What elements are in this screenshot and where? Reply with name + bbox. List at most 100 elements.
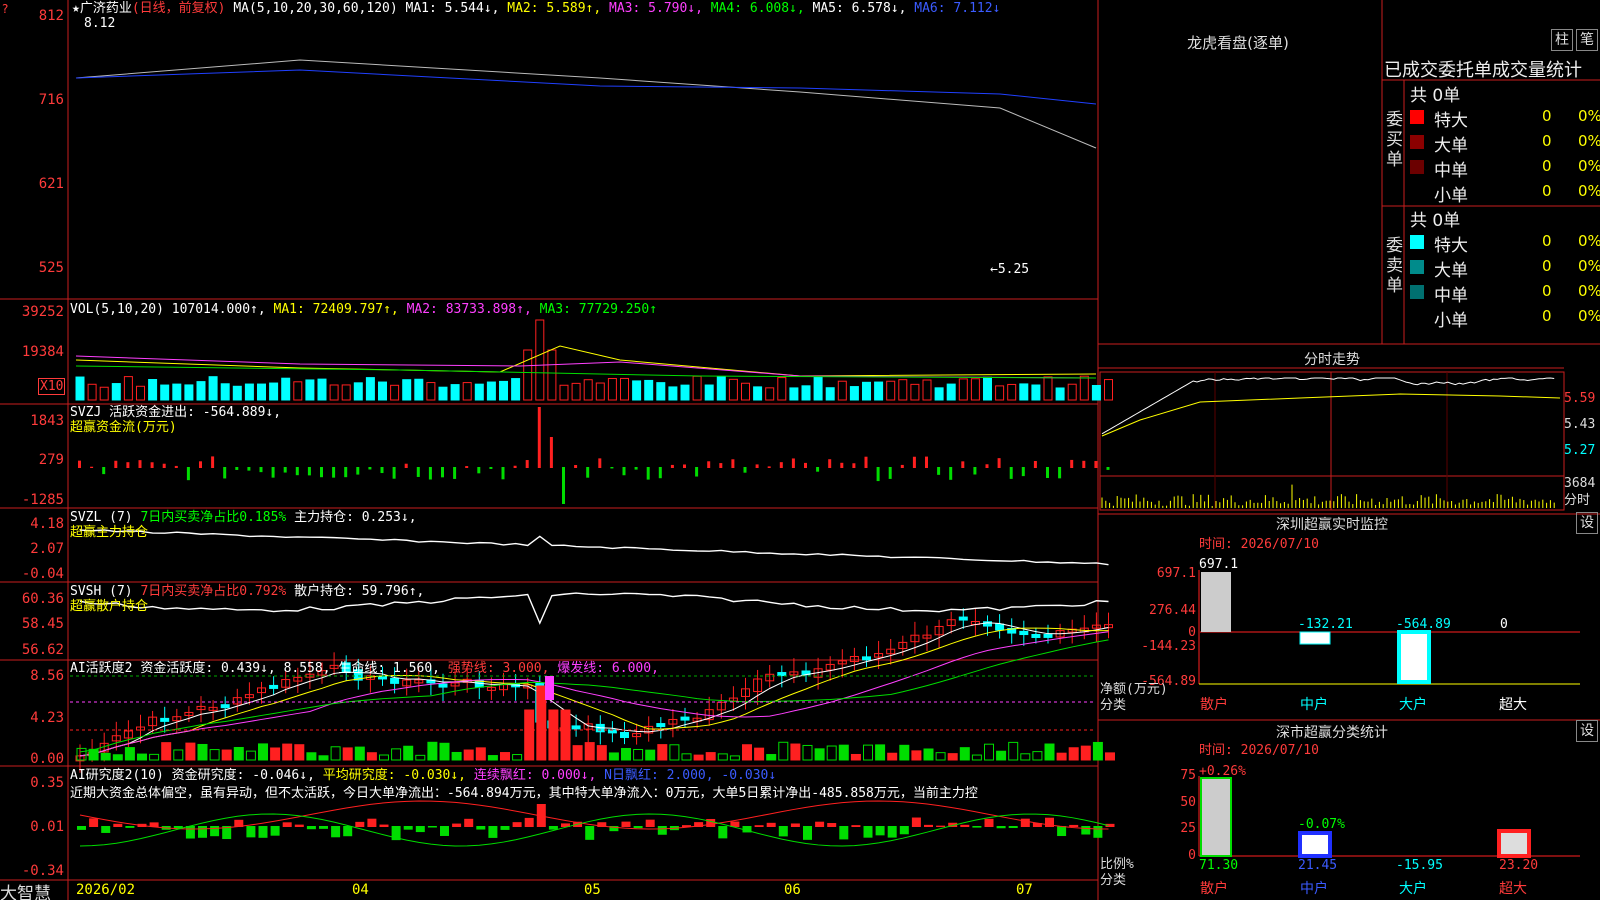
- research-bar: [488, 826, 498, 838]
- active-bar: [984, 743, 994, 761]
- sm-settings-button[interactable]: 设: [1576, 720, 1598, 742]
- sz-monitor-title: 深圳超赢实时监控: [1276, 517, 1388, 533]
- volume-bar: [837, 380, 847, 401]
- research-bar: [899, 826, 909, 835]
- flow-bar: [428, 467, 432, 480]
- sz-value-2: -132.21: [1298, 617, 1353, 632]
- research-bar: [246, 826, 256, 838]
- order-row: 小单 0 0%: [1410, 306, 1600, 331]
- active-bar: [415, 754, 426, 761]
- candle-body: [620, 731, 629, 739]
- flow-bar: [162, 463, 166, 468]
- ma5-line: [75, 59, 1097, 149]
- active-bar: [645, 749, 656, 761]
- sz-axis-1: 697.1: [1156, 566, 1196, 581]
- research-bar: [282, 822, 292, 827]
- flow-bar: [719, 463, 723, 468]
- research-bar: [839, 826, 849, 840]
- legend-swatch: [1410, 260, 1424, 274]
- active-bar: [754, 747, 765, 761]
- research-bar: [996, 826, 1006, 829]
- flow-bar: [525, 460, 529, 468]
- intraday-axis-3: 5.27: [1564, 443, 1596, 458]
- order-row-count: 0: [1542, 157, 1552, 175]
- intraday-vol-unit: 分时: [1564, 493, 1591, 508]
- volume-bar: [862, 381, 871, 401]
- flow-bar: [731, 459, 735, 468]
- intraday-axis-1: 5.59: [1564, 391, 1596, 406]
- sz-cat-1: 散户: [1200, 697, 1228, 713]
- ai-research-comment: 近期大资金总体偏空，虽有异动，但不太活跃，今日大单净流出：-564.894万元，…: [70, 786, 978, 801]
- research-bar: [778, 826, 788, 837]
- svsh-axis-3: 56.62: [21, 642, 64, 658]
- volume-bar: [148, 379, 158, 401]
- period-mode[interactable]: (日线，前复权): [132, 1, 226, 16]
- active-bar: [935, 752, 946, 761]
- volume-bar: [99, 386, 109, 401]
- research-bar: [1081, 826, 1091, 835]
- flow-bar: [247, 467, 251, 471]
- research-bar: [343, 826, 353, 837]
- ai-research-cont: 连续飘红: 0.000↓,: [473, 768, 597, 783]
- research-bar: [621, 821, 631, 827]
- svzj-axis-1: 1843: [30, 413, 64, 429]
- order-row-count: 0: [1542, 107, 1552, 125]
- volume-bar: [365, 377, 375, 401]
- flow-bar: [283, 467, 287, 473]
- flow-bar: [344, 467, 348, 478]
- chart-canvas: [0, 0, 1600, 900]
- volume-bar: [1019, 383, 1029, 401]
- candle-body: [571, 725, 581, 730]
- svsh-ratio: 7日内买卖净占比0.792%: [140, 584, 287, 599]
- flow-bar: [332, 467, 336, 478]
- volume-bar: [813, 375, 823, 401]
- flow-bar: [925, 456, 928, 468]
- time-axis-3: 05: [584, 882, 601, 898]
- volume-bar: [922, 379, 932, 401]
- active-bar: [161, 742, 172, 761]
- sm-bar-super: [1497, 829, 1531, 858]
- ai-active-axis-1: 8.56: [30, 668, 64, 684]
- menu-icon[interactable]: ?: [2, 2, 8, 16]
- intraday-frame: [1099, 371, 1565, 511]
- sm-top-1: +0.26%: [1199, 764, 1246, 779]
- star-icon[interactable]: ★: [72, 1, 80, 16]
- tick-mode-button[interactable]: 笔: [1576, 29, 1598, 51]
- order-row-pct: 0%: [1578, 132, 1600, 150]
- legend-swatch: [1410, 160, 1424, 174]
- volume-bar: [293, 381, 303, 401]
- svzj-axis-2: 279: [38, 452, 64, 468]
- brand-logo[interactable]: 大智慧: [0, 879, 51, 900]
- order-row-pct: 0%: [1578, 107, 1600, 125]
- flow-bar: [743, 467, 747, 473]
- active-bar: [173, 749, 184, 761]
- flow-bar: [912, 456, 916, 468]
- active-bar: [487, 755, 498, 761]
- volume-bar: [208, 376, 218, 401]
- volume-bar: [136, 385, 145, 401]
- research-bar: [1057, 826, 1067, 837]
- volume-bar: [704, 384, 714, 401]
- sm-cat-3: 大户: [1399, 881, 1427, 897]
- flow-bar: [392, 467, 396, 479]
- sz-settings-button[interactable]: 设: [1576, 512, 1598, 534]
- bar-mode-button[interactable]: 柱: [1551, 29, 1573, 51]
- flow-bar: [840, 462, 844, 468]
- intraday-price-line: [1101, 377, 1555, 435]
- price-axis-2: 716: [38, 92, 64, 108]
- sz-cat-label: 分类: [1100, 698, 1127, 713]
- volume-bar: [402, 379, 412, 401]
- volume-bar: [995, 385, 1005, 401]
- active-bar: [947, 753, 958, 761]
- research-bar: [512, 822, 522, 827]
- volume-bar: [305, 379, 315, 401]
- ai-active-label: AI活跃度2: [70, 661, 133, 676]
- svzl-sub: 超赢主力持仓: [70, 525, 149, 540]
- ma6-line: [75, 69, 1097, 105]
- research-bar: [924, 824, 933, 827]
- vol-axis-1: 39252: [21, 304, 64, 320]
- ma-line: [79, 639, 1109, 753]
- volume-bar: [523, 349, 533, 401]
- vol-ma1: MA1: 72409.797↑,: [273, 302, 399, 317]
- volume-bar: [474, 383, 484, 401]
